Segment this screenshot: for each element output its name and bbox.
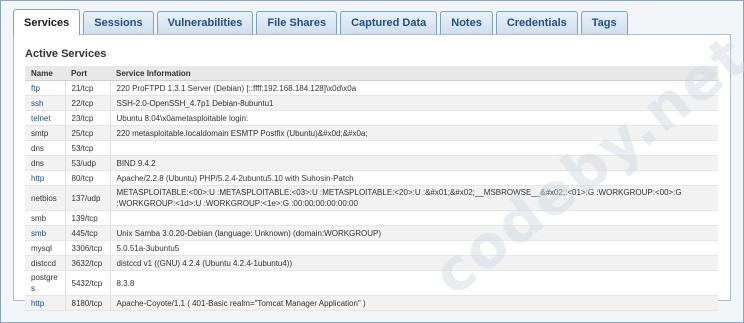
service-name-cell[interactable]: http [25, 295, 65, 311]
service-port-cell: 53/udp [64, 155, 110, 171]
column-header-service-info[interactable]: Service Information [110, 66, 718, 81]
service-name-cell[interactable]: telnet [25, 110, 65, 126]
table-row[interactable]: telnet 23/tcp Ubuntu 8.04\x0ametasploitabl… [25, 110, 718, 126]
table-row[interactable]: dns 53/tcp [25, 140, 718, 156]
service-port-cell: 445/tcp [64, 225, 110, 241]
tab-captured-data[interactable]: Captured Data [340, 11, 438, 34]
table-row[interactable]: postgres 5432/tcp 8.3.8 [25, 270, 718, 296]
services-table: Name Port Service Information ftp 21/tcp 2… [25, 66, 718, 311]
table-row[interactable]: http 8180/tcp Apache-Coyote/1.1 ( 401-Basi… [25, 295, 718, 311]
tab-sessions[interactable]: Sessions [83, 11, 154, 34]
tab-vulnerabilities[interactable]: Vulnerabilities [156, 11, 254, 34]
tab-credentials[interactable]: Credentials [495, 11, 578, 34]
table-row[interactable]: smb 445/tcp Unix Samba 3.0.20-Debian (lang… [25, 225, 718, 241]
service-port-cell: 137/udp [64, 185, 110, 211]
service-port-cell: 139/tcp [64, 210, 110, 226]
service-port-cell: 22/tcp [64, 95, 110, 111]
service-port-cell: 5432/tcp [64, 270, 110, 296]
service-port-cell: 3632/tcp [64, 255, 110, 271]
service-info-cell [109, 140, 718, 156]
service-name-cell: dns [25, 155, 65, 171]
service-info-cell: SSH-2.0-OpenSSH_4.7p1 Debian-8ubuntu1 [109, 95, 718, 111]
service-port-cell: 53/tcp [64, 140, 110, 156]
service-name-cell: distccd [25, 255, 65, 271]
service-port-cell: 8180/tcp [64, 295, 110, 311]
column-header-name[interactable]: Name [25, 66, 65, 81]
service-info-cell: BIND 9.4.2 [109, 155, 718, 171]
service-info-cell: Apache-Coyote/1.1 ( 401-Basic realm="Tom… [109, 295, 718, 311]
table-row[interactable]: netbios 137/udp METASPLOITABLE:<00>:U :MET… [25, 185, 718, 211]
tab-file-shares[interactable]: File Shares [256, 11, 338, 34]
table-row[interactable]: dns 53/udp BIND 9.4.2 [25, 155, 718, 171]
tab-notes[interactable]: Notes [440, 11, 493, 34]
service-name-cell: smb [25, 210, 65, 226]
service-name-cell: dns [25, 140, 65, 156]
service-info-cell: Apache/2.2.8 (Ubuntu) PHP/5.2.4-2ubuntu5… [109, 170, 718, 186]
service-info-cell: distccd v1 ((GNU) 4.2.4 (Ubuntu 4.2.4-1u… [109, 255, 718, 271]
tab-tags[interactable]: Tags [580, 11, 628, 34]
section-title: Active Services [25, 48, 107, 60]
service-info-cell: 8.3.8 [109, 270, 718, 296]
tab-bar: Services Sessions Vulnerabilities File S… [13, 9, 737, 35]
table-row[interactable]: ftp 21/tcp 220 ProFTPD 1.3.1 Server (Debia… [25, 80, 718, 96]
table-row[interactable]: mysql 3306/tcp 5.0.51a-3ubuntu5 [25, 240, 718, 256]
service-info-cell [109, 210, 718, 226]
service-name-cell: smtp [25, 125, 65, 141]
service-info-cell: 5.0.51a-3ubuntu5 [109, 240, 718, 256]
column-header-port[interactable]: Port [65, 66, 110, 81]
service-name-cell[interactable]: ssh [25, 95, 65, 111]
service-info-cell: 220 ProFTPD 1.3.1 Server (Debian) [::fff… [109, 80, 718, 96]
service-info-cell: Ubuntu 8.04\x0ametasploitable login: [109, 110, 718, 126]
service-name-cell[interactable]: smb [25, 225, 65, 241]
service-name-cell: mysql [25, 240, 65, 256]
service-name-cell[interactable]: http [25, 170, 65, 186]
service-name-cell: netbios [25, 185, 65, 211]
table-row[interactable]: smtp 25/tcp 220 metasploitable.localdomain… [25, 125, 718, 141]
service-info-cell: METASPLOITABLE:<00>:U :METASPLOITABLE:<0… [109, 185, 718, 211]
window-frame: Services Sessions Vulnerabilities File S… [0, 0, 744, 323]
table-row[interactable]: http 80/tcp Apache/2.2.8 (Ubuntu) PHP/5.2.… [25, 170, 718, 186]
service-info-cell: Unix Samba 3.0.20-Debian (language: Unkn… [109, 225, 718, 241]
table-header-row: Name Port Service Information [25, 66, 718, 81]
service-name-cell[interactable]: ftp [25, 80, 65, 96]
service-info-cell: 220 metasploitable.localdomain ESMTP Pos… [109, 125, 718, 141]
service-name-cell: postgres [25, 270, 65, 296]
service-port-cell: 25/tcp [64, 125, 110, 141]
service-port-cell: 80/tcp [64, 170, 110, 186]
table-row[interactable]: ssh 22/tcp SSH-2.0-OpenSSH_4.7p1 Debian-8u… [25, 95, 718, 111]
service-port-cell: 3306/tcp [64, 240, 110, 256]
services-panel: Active Services Name Port Service Inform… [13, 34, 731, 311]
tab-services[interactable]: Services [13, 9, 81, 35]
service-port-cell: 21/tcp [64, 80, 110, 96]
table-row[interactable]: distccd 3632/tcp distccd v1 ((GNU) 4.2.4 (… [25, 255, 718, 271]
table-row[interactable]: smb 139/tcp [25, 210, 718, 226]
service-port-cell: 23/tcp [64, 110, 110, 126]
